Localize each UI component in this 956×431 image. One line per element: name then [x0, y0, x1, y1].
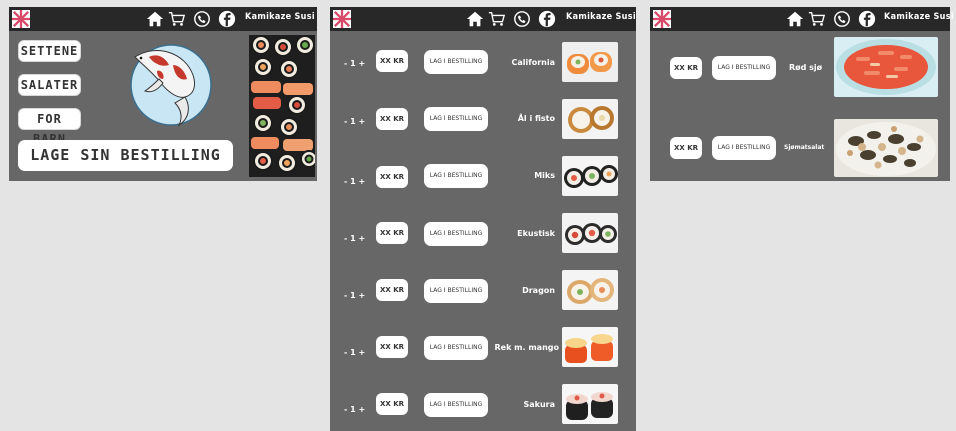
add-to-order-button[interactable]: LAG I BESTILLING	[424, 164, 488, 188]
facebook-icon[interactable]	[538, 10, 556, 28]
price-badge: XX KR	[376, 393, 408, 415]
sushi-panel: Kamikaze Susi - 1 + XX KR LAG I BESTILLI…	[330, 7, 636, 431]
product-name: Rek m. mango	[494, 343, 559, 352]
add-to-order-button[interactable]: LAG I BESTILLING	[424, 279, 488, 303]
product-image	[562, 42, 618, 82]
home-panel: Kamikaze Susi SETTENE SALATER FOR BARN L…	[9, 7, 317, 181]
product-name: Dragon	[522, 286, 555, 295]
add-to-order-button[interactable]: LAG I BESTILLING	[424, 222, 488, 246]
price-badge: XX KR	[670, 57, 702, 79]
top-bar: Kamikaze Susi	[9, 7, 317, 31]
menu-salater-button[interactable]: SALATER	[18, 74, 81, 96]
product-name: California	[511, 58, 555, 67]
add-to-order-button[interactable]: LAG I BESTILLING	[424, 107, 488, 131]
brand-name: Kamikaze Susi	[884, 12, 954, 22]
menu-settene-button[interactable]: SETTENE	[18, 40, 81, 62]
product-image	[834, 119, 938, 177]
product-image	[562, 156, 618, 196]
product-image	[834, 37, 938, 97]
phone-icon[interactable]	[193, 10, 211, 28]
brand-name: Kamikaze Susi	[245, 12, 315, 22]
add-to-order-button[interactable]: LAG I BESTILLING	[424, 50, 488, 74]
price-badge: XX KR	[376, 336, 408, 358]
facebook-icon[interactable]	[218, 10, 236, 28]
quantity-stepper[interactable]: - 1 +	[344, 117, 365, 126]
add-to-order-button[interactable]: LAG I BESTILLING	[712, 56, 776, 80]
cart-icon[interactable]	[808, 10, 826, 28]
product-image	[562, 99, 618, 139]
price-badge: XX KR	[376, 108, 408, 130]
product-image	[562, 270, 618, 310]
top-bar: Kamikaze Susi	[650, 7, 954, 31]
product-name: Ekustisk	[517, 229, 555, 238]
pinwheel-logo-icon[interactable]	[653, 10, 671, 28]
koi-fish-illustration	[130, 44, 212, 127]
add-to-order-button[interactable]: LAG I BESTILLING	[712, 136, 776, 160]
home-icon[interactable]	[786, 10, 804, 28]
price-badge: XX KR	[376, 279, 408, 301]
lage-bestilling-button[interactable]: LAGE SIN BESTILLING	[18, 140, 233, 171]
quantity-stepper[interactable]: - 1 +	[344, 59, 365, 68]
home-icon[interactable]	[466, 10, 484, 28]
phone-icon[interactable]	[513, 10, 531, 28]
quantity-stepper[interactable]: - 1 +	[344, 291, 365, 300]
quantity-stepper[interactable]: - 1 +	[344, 348, 365, 357]
product-name: Rød sjø	[789, 63, 823, 72]
menu-for-barn-button[interactable]: FOR BARN	[18, 108, 81, 146]
salad-panel: Kamikaze Susi XX KR LAG I BESTILLING Rød…	[650, 7, 954, 181]
add-to-order-button[interactable]: LAG I BESTILLING	[424, 336, 488, 360]
phone-icon[interactable]	[833, 10, 851, 28]
pinwheel-logo-icon[interactable]	[12, 10, 30, 28]
top-bar: Kamikaze Susi	[330, 7, 636, 31]
add-to-order-button[interactable]: LAG I BESTILLING	[424, 393, 488, 417]
cart-icon[interactable]	[168, 10, 186, 28]
price-badge: XX KR	[376, 222, 408, 244]
product-name: Ål i fisto	[517, 114, 555, 123]
brand-name: Kamikaze Susi	[566, 12, 636, 22]
price-badge: XX KR	[376, 166, 408, 188]
product-image	[562, 327, 618, 367]
quantity-stepper[interactable]: - 1 +	[344, 177, 365, 186]
price-badge: XX KR	[670, 137, 702, 159]
cart-icon[interactable]	[488, 10, 506, 28]
pinwheel-logo-icon[interactable]	[333, 10, 351, 28]
product-image	[562, 384, 618, 424]
facebook-icon[interactable]	[858, 10, 876, 28]
quantity-stepper[interactable]: - 1 +	[344, 405, 365, 414]
product-name: Sjømatsalat	[784, 144, 825, 151]
sushi-mosaic-image	[249, 35, 315, 177]
product-name: Sakura	[523, 400, 555, 409]
price-badge: XX KR	[376, 50, 408, 72]
home-icon[interactable]	[146, 10, 164, 28]
product-name: Miks	[534, 171, 555, 180]
product-image	[562, 213, 618, 253]
quantity-stepper[interactable]: - 1 +	[344, 234, 365, 243]
